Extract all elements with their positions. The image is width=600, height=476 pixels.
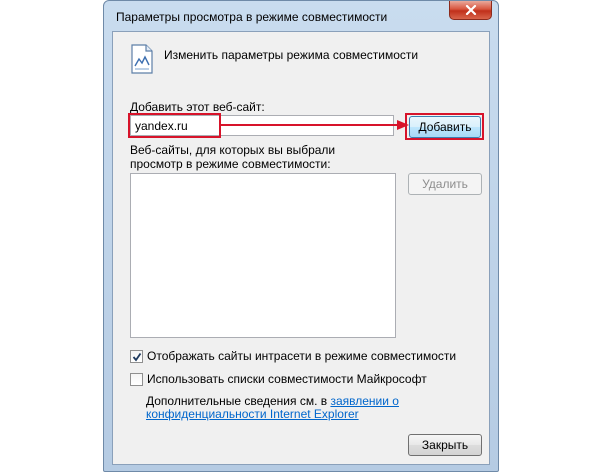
add-site-label: Добавить этот веб-сайт: <box>130 100 265 114</box>
window-title: Параметры просмотра в режиме совместимос… <box>116 10 388 24</box>
checkmark-icon <box>132 352 142 361</box>
intranet-option-row[interactable]: Отображать сайты интрасети в режиме совм… <box>130 349 456 363</box>
arrow-annotation <box>221 120 409 130</box>
input-highlight-box <box>128 113 221 138</box>
title-bar[interactable]: Параметры просмотра в режиме совместимос… <box>104 1 498 31</box>
privacy-info-text: Дополнительные сведения см. в заявлении … <box>146 395 486 421</box>
dialog-client-area: Изменить параметры режима совместимости … <box>112 31 490 465</box>
add-button-highlight-box <box>405 113 484 140</box>
site-list-box[interactable] <box>130 173 396 338</box>
site-list-label: Веб-сайты, для которых вы выбрали просмо… <box>130 143 336 171</box>
compat-view-page-icon <box>131 44 153 74</box>
remove-site-button[interactable]: Удалить <box>408 173 482 195</box>
privacy-info-prefix: Дополнительные сведения см. в <box>146 394 331 408</box>
close-icon <box>465 5 476 15</box>
ms-lists-checkbox[interactable] <box>130 372 143 386</box>
compat-view-dialog: Параметры просмотра в режиме совместимос… <box>103 0 499 472</box>
close-dialog-button[interactable]: Закрыть <box>408 434 482 456</box>
intranet-checkbox[interactable] <box>130 349 143 363</box>
window-close-button[interactable] <box>449 1 492 20</box>
ms-lists-option-row[interactable]: Использовать списки совместимости Майкро… <box>130 372 427 386</box>
ms-lists-option-label: Использовать списки совместимости Майкро… <box>147 372 427 386</box>
header-text: Изменить параметры режима совместимости <box>164 48 419 62</box>
intranet-option-label: Отображать сайты интрасети в режиме совм… <box>147 349 457 363</box>
